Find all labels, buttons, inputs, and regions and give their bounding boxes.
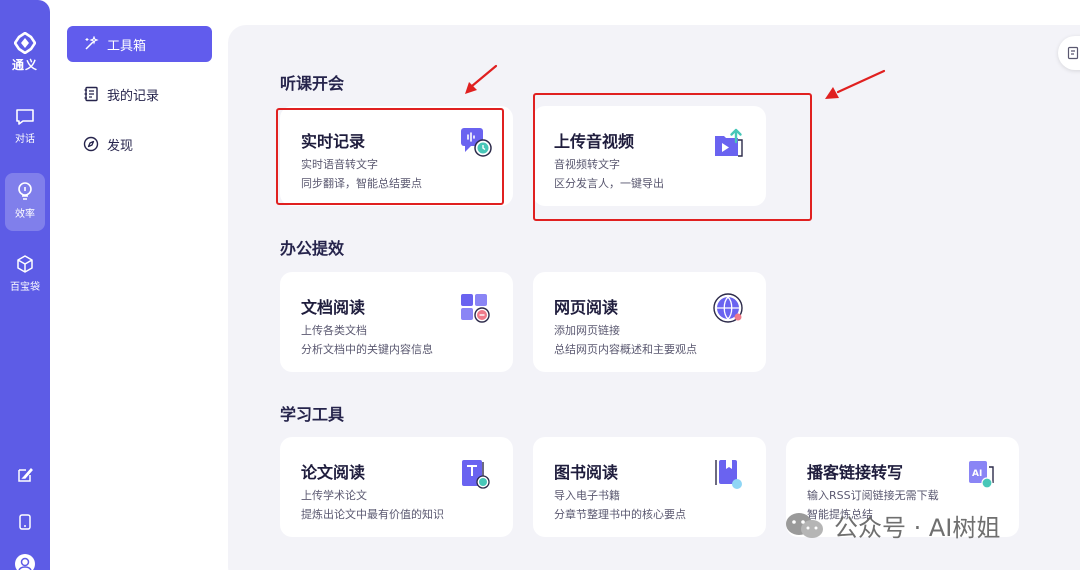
card-desc-line1: 上传学术论文 <box>301 489 367 502</box>
rail-item-treasure[interactable]: 百宝袋 <box>0 254 50 293</box>
compass-icon <box>83 136 99 152</box>
rail-item-label: 百宝袋 <box>10 282 40 293</box>
section-title-study: 学习工具 <box>280 405 345 424</box>
rail-item-chat[interactable]: 对话 <box>0 108 50 145</box>
watermark: 公众号 · AI树姐 <box>784 508 1000 543</box>
globe-icon <box>713 293 743 323</box>
left-rail: 通义 对话 效率 百宝袋 <box>0 0 50 570</box>
card-title: 播客链接转写 <box>807 463 904 482</box>
notebook-icon <box>84 86 98 102</box>
card-desc-line2: 分析文档中的关键内容信息 <box>301 343 433 356</box>
rail-edit-button[interactable] <box>0 466 50 484</box>
rail-item-label: 效率 <box>15 209 35 220</box>
nav-item-toolbox[interactable]: 工具箱 <box>67 26 212 62</box>
card-desc-line1: 添加网页链接 <box>554 324 620 337</box>
rail-item-label: 对话 <box>15 134 35 145</box>
card-book-read[interactable]: 图书阅读 导入电子书籍 分章节整理书中的核心要点 <box>533 437 766 537</box>
card-desc-line2: 提炼出论文中最有价值的知识 <box>301 508 444 521</box>
bulb-icon <box>18 182 32 200</box>
red-arrow-icon <box>825 69 886 99</box>
card-document-read[interactable]: 文档阅读 上传各类文档 分析文档中的关键内容信息 <box>280 272 513 372</box>
nav-item-discover[interactable]: 发现 <box>67 126 212 162</box>
card-title: 论文阅读 <box>301 463 366 482</box>
magic-wand-icon <box>85 36 99 50</box>
note-icon <box>1067 46 1079 60</box>
edit-icon <box>18 467 33 482</box>
logo-text: 通义 <box>11 58 38 72</box>
card-desc-line1: 导入电子书籍 <box>554 489 620 502</box>
card-paper-read[interactable]: 论文阅读 上传学术论文 提炼出论文中最有价值的知识 <box>280 437 513 537</box>
cube-icon <box>17 255 33 273</box>
tongyi-logo-icon <box>14 32 36 54</box>
svg-text:AI: AI <box>972 469 982 479</box>
rail-item-efficiency[interactable]: 效率 <box>0 173 50 231</box>
card-web-read[interactable]: 网页阅读 添加网页链接 总结网页内容概述和主要观点 <box>533 272 766 372</box>
rail-device-button[interactable] <box>0 513 50 531</box>
user-icon <box>15 554 35 570</box>
wechat-icon <box>786 512 823 538</box>
app-logo[interactable]: 通义 <box>0 32 50 73</box>
red-arrow-icon <box>465 64 498 94</box>
card-desc-line2: 总结网页内容概述和主要观点 <box>554 343 697 356</box>
card-title: 文档阅读 <box>301 298 366 317</box>
section-title-office: 办公提效 <box>280 239 345 258</box>
tablet-icon <box>19 514 31 530</box>
card-desc-line1: 上传各类文档 <box>301 324 367 337</box>
paper-icon <box>462 460 490 489</box>
document-read-icon <box>461 294 490 323</box>
rail-user-button[interactable] <box>0 553 50 570</box>
highlight-box-upload-av <box>533 93 812 221</box>
chat-icon <box>16 109 34 125</box>
card-title: 图书阅读 <box>554 463 619 482</box>
nav-item-records[interactable]: 我的记录 <box>67 76 212 112</box>
card-desc-line2: 分章节整理书中的核心要点 <box>554 508 686 521</box>
watermark-text: 公众号 · AI树姐 <box>834 514 1001 542</box>
nav-item-label: 我的记录 <box>107 88 160 104</box>
nav-item-label: 发现 <box>107 138 134 154</box>
card-title: 网页阅读 <box>554 298 619 317</box>
section-title-meetings: 听课开会 <box>280 74 345 93</box>
highlight-box-live-record <box>276 108 504 205</box>
book-icon <box>715 460 742 489</box>
card-desc-line1: 输入RSS订阅链接无需下载 <box>807 489 939 502</box>
nav-item-label: 工具箱 <box>107 38 147 54</box>
podcast-ai-icon: AI <box>969 461 994 489</box>
